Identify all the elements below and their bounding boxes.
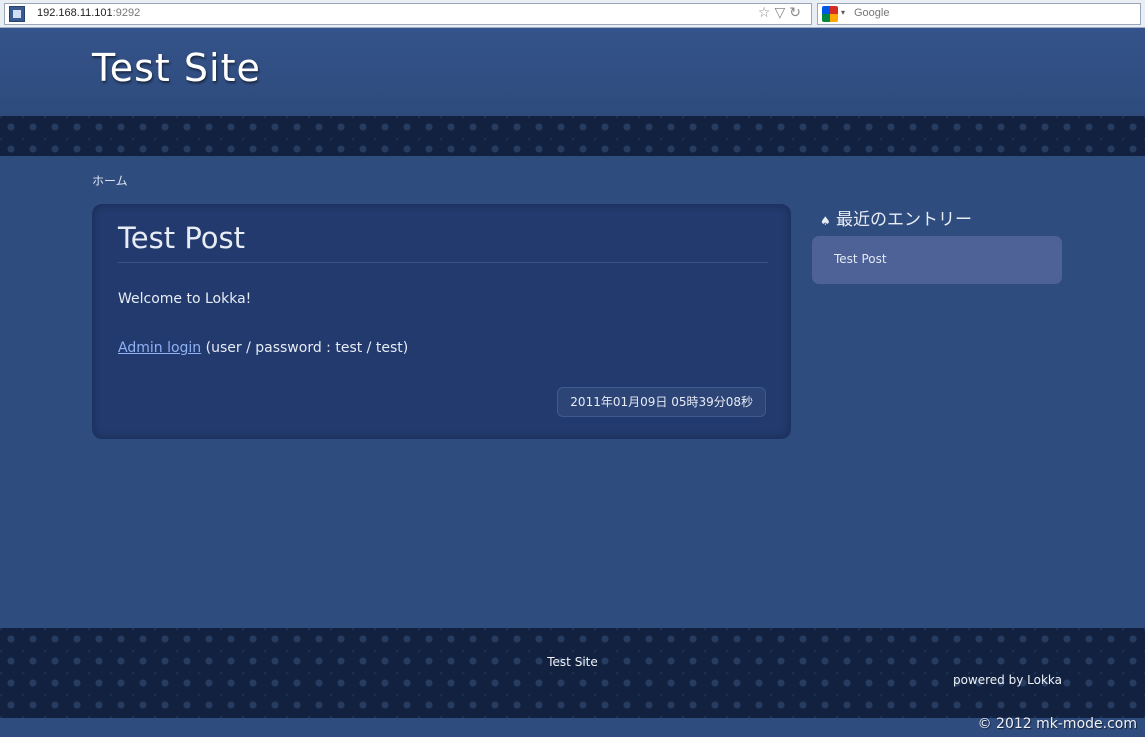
address-bar-icons: ☆▽↻	[758, 5, 805, 21]
reload-icon[interactable]: ↻	[789, 5, 805, 21]
post-date-badge: 2011年01月09日 05時39分08秒	[557, 387, 766, 417]
bookmark-star-icon[interactable]: ☆	[758, 5, 775, 21]
recent-entries-heading: ♠ 最近のエントリー	[820, 205, 972, 230]
search-bar[interactable]: ▾ Google	[817, 3, 1141, 25]
recent-entries-title: 最近のエントリー	[836, 210, 972, 230]
post-login-line: Admin login (user / password : test / te…	[118, 340, 408, 356]
copyright-watermark: © 2012 mk-mode.com	[977, 716, 1137, 732]
history-dropdown-icon[interactable]: ▽	[774, 5, 789, 21]
google-logo-icon[interactable]	[822, 6, 838, 22]
breadcrumb-home[interactable]: ホーム	[92, 172, 128, 189]
site-favicon-icon	[9, 6, 25, 22]
url-text[interactable]: 192.168.11.101:9292	[37, 7, 140, 19]
search-engine-dropdown-icon[interactable]: ▾	[841, 8, 845, 17]
site-title[interactable]: Test Site	[92, 46, 261, 90]
search-input[interactable]: Google	[854, 7, 889, 19]
recent-entries-list: Test Post	[812, 236, 1062, 284]
site-header: Test Site	[0, 28, 1145, 116]
post-title-divider	[118, 262, 768, 263]
post-body: Welcome to Lokka!	[118, 291, 252, 307]
admin-login-link[interactable]: Admin login	[118, 340, 201, 356]
tree-icon: ♠	[820, 214, 831, 228]
post-title[interactable]: Test Post	[118, 221, 245, 255]
recent-entry-link[interactable]: Test Post	[834, 252, 887, 266]
address-bar[interactable]: 192.168.11.101:9292 ☆▽↻	[4, 3, 812, 25]
url-port: :9292	[112, 7, 141, 19]
post-entry: Test Post Welcome to Lokka! Admin login …	[92, 204, 791, 439]
powered-by-text: powered by Lokka	[952, 673, 1062, 687]
login-credentials-note: (user / password : test / test)	[201, 340, 409, 356]
browser-toolbar: 192.168.11.101:9292 ☆▽↻ ▾ Google	[0, 0, 1145, 28]
bottom-strip	[0, 718, 1145, 737]
header-pattern-band	[0, 116, 1145, 156]
url-host: 192.168.11.101	[37, 7, 113, 19]
footer-site-title: Test Site	[547, 655, 598, 669]
